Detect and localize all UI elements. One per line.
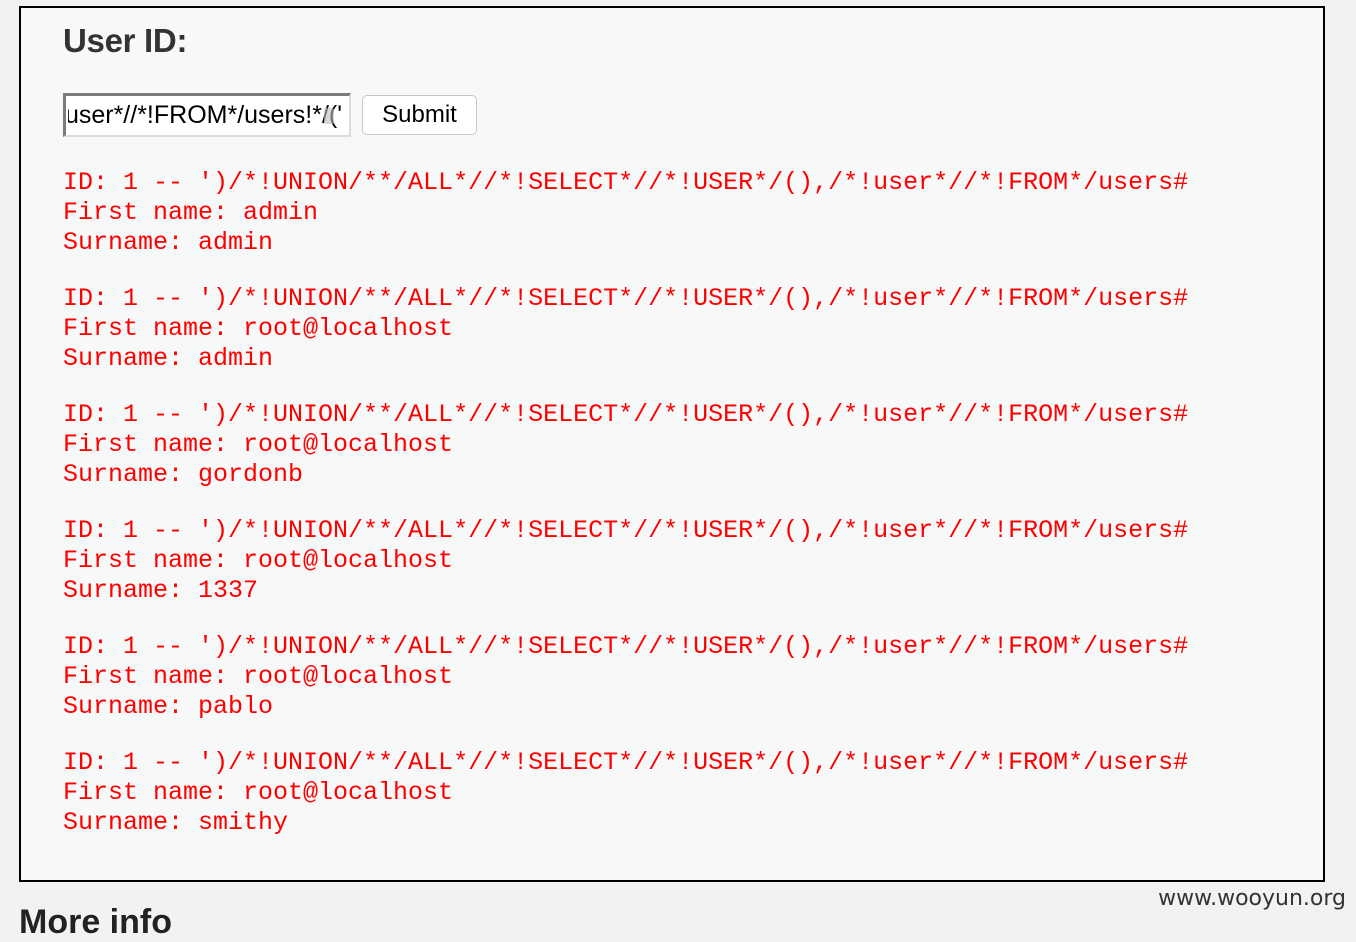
page-title: User ID: (63, 22, 188, 59)
more-info-heading: More info (19, 903, 172, 941)
result-id-line: ID: 1 -- ')/*!UNION/**/ALL*//*!SELECT*//… (63, 168, 1189, 197)
result-first-name-line: First name: root@localhost (63, 314, 454, 343)
result-first-name-line: First name: root@localhost (63, 430, 454, 459)
result-surname-line: Surname: gordonb (63, 460, 304, 489)
result-id-line: ID: 1 -- ')/*!UNION/**/ALL*//*!SELECT*//… (63, 284, 1189, 313)
result-id-line: ID: 1 -- ')/*!UNION/**/ALL*//*!SELECT*//… (63, 400, 1189, 429)
result-block: ID: 1 -- ')/*!UNION/**/ALL*//*!SELECT*//… (63, 284, 1303, 374)
result-block: ID: 1 -- ')/*!UNION/**/ALL*//*!SELECT*//… (63, 632, 1303, 722)
result-surname-line: Surname: 1337 (63, 576, 259, 605)
input-overflow-indicator (324, 108, 334, 124)
result-first-name-line: First name: admin (63, 198, 319, 227)
userid-input[interactable] (63, 93, 351, 137)
watermark: www.wooyun.org (1158, 886, 1346, 911)
result-block: ID: 1 -- ')/*!UNION/**/ALL*//*!SELECT*//… (63, 400, 1303, 490)
result-block: ID: 1 -- ')/*!UNION/**/ALL*//*!SELECT*//… (63, 748, 1303, 838)
query-results: ID: 1 -- ')/*!UNION/**/ALL*//*!SELECT*//… (63, 168, 1303, 864)
result-id-line: ID: 1 -- ')/*!UNION/**/ALL*//*!SELECT*//… (63, 516, 1189, 545)
result-surname-line: Surname: admin (63, 344, 274, 373)
submit-button[interactable]: Submit (362, 95, 477, 135)
result-surname-line: Surname: pablo (63, 692, 274, 721)
result-first-name-line: First name: root@localhost (63, 546, 454, 575)
vulnerable-code-area: User ID: Submit ID: 1 -- ')/*!UNION/**/A… (19, 6, 1325, 882)
result-first-name-line: First name: root@localhost (63, 778, 454, 807)
result-surname-line: Surname: admin (63, 228, 274, 257)
result-first-name-line: First name: root@localhost (63, 662, 454, 691)
result-id-line: ID: 1 -- ')/*!UNION/**/ALL*//*!SELECT*//… (63, 748, 1189, 777)
result-id-line: ID: 1 -- ')/*!UNION/**/ALL*//*!SELECT*//… (63, 632, 1189, 661)
result-block: ID: 1 -- ')/*!UNION/**/ALL*//*!SELECT*//… (63, 516, 1303, 606)
result-surname-line: Surname: smithy (63, 808, 289, 837)
result-block: ID: 1 -- ')/*!UNION/**/ALL*//*!SELECT*//… (63, 168, 1303, 258)
